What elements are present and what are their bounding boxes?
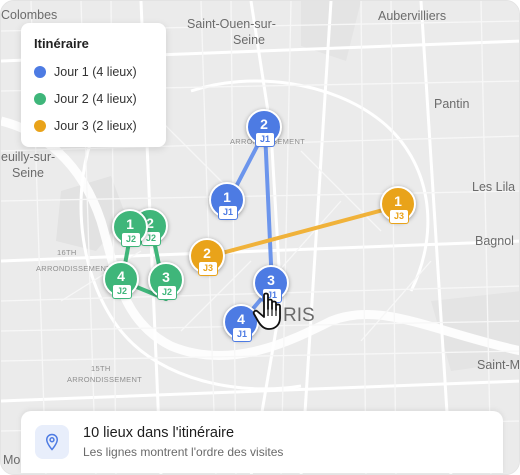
map-view[interactable]: Colombes Saint-Ouen-sur- Seine Aubervill… xyxy=(0,0,520,475)
summary-title: 10 lieux dans l'itinéraire xyxy=(83,425,235,441)
legend-item-jour3[interactable]: Jour 3 (2 lieux) xyxy=(34,117,153,134)
marker-jour3-stop2[interactable]: 2 J3 xyxy=(189,238,227,284)
marker-jour2-stop4[interactable]: 4 J2 xyxy=(103,261,141,307)
legend-label: Jour 1 (4 lieux) xyxy=(54,64,137,79)
legend-label: Jour 3 (2 lieux) xyxy=(54,118,137,133)
legend-item-jour1[interactable]: Jour 1 (4 lieux) xyxy=(34,63,153,80)
legend-title: Itinéraire xyxy=(34,36,89,51)
marker-day-tag: J1 xyxy=(255,132,275,147)
jour3-color-dot xyxy=(34,119,46,132)
summary-subtitle: Les lignes montrent l'ordre des visites xyxy=(83,445,284,459)
marker-jour2-stop3[interactable]: 3 J2 xyxy=(148,262,186,308)
itinerary-legend: Itinéraire Jour 1 (4 lieux) Jour 2 (4 li… xyxy=(21,23,166,147)
itinerary-summary-panel: 10 lieux dans l'itinéraire Les lignes mo… xyxy=(21,411,503,473)
legend-item-jour2[interactable]: Jour 2 (4 lieux) xyxy=(34,90,153,107)
marker-day-tag: J2 xyxy=(157,285,177,300)
marker-day-tag: J2 xyxy=(121,232,141,247)
label-arr-16: ARRONDISSEMENT xyxy=(36,264,111,273)
legend-label: Jour 2 (4 lieux) xyxy=(54,91,137,106)
label-saint-mande: Saint-M xyxy=(477,358,520,372)
hand-pointer-cursor-icon xyxy=(252,292,281,330)
marker-day-tag: J1 xyxy=(218,205,238,220)
map-pin-icon xyxy=(35,425,69,459)
jour1-color-dot xyxy=(34,65,46,78)
marker-day-tag: J3 xyxy=(389,209,409,224)
label-bagnolet: Bagnol xyxy=(475,234,514,248)
label-neuilly-1: euilly-sur- xyxy=(1,150,55,164)
label-arr-15: ARRONDISSEMENT xyxy=(67,375,142,384)
marker-jour1-stop1[interactable]: 1 J1 xyxy=(209,182,247,228)
marker-jour2-stop1[interactable]: 1 J2 xyxy=(112,209,150,255)
label-pantin: Pantin xyxy=(434,97,469,111)
marker-day-tag: J3 xyxy=(198,261,218,276)
label-les-lilas: Les Lila xyxy=(472,180,515,194)
label-colombes: Colombes xyxy=(1,8,57,22)
label-aubervilliers: Aubervilliers xyxy=(378,9,446,23)
label-saint-ouen-1: Saint-Ouen-sur- xyxy=(187,17,276,31)
label-neuilly-2: Seine xyxy=(12,166,44,180)
label-arr-16-num: 16TH xyxy=(57,248,77,257)
label-saint-ouen-2: Seine xyxy=(233,33,265,47)
jour2-color-dot xyxy=(34,92,46,105)
label-mo: Mo xyxy=(3,453,20,467)
label-arr-15-num: 15TH xyxy=(91,364,111,373)
marker-jour3-stop1[interactable]: 1 J3 xyxy=(380,186,418,232)
marker-day-tag: J1 xyxy=(232,327,252,342)
marker-day-tag: J2 xyxy=(112,284,132,299)
marker-jour1-stop2[interactable]: 2 J1 xyxy=(246,109,284,155)
